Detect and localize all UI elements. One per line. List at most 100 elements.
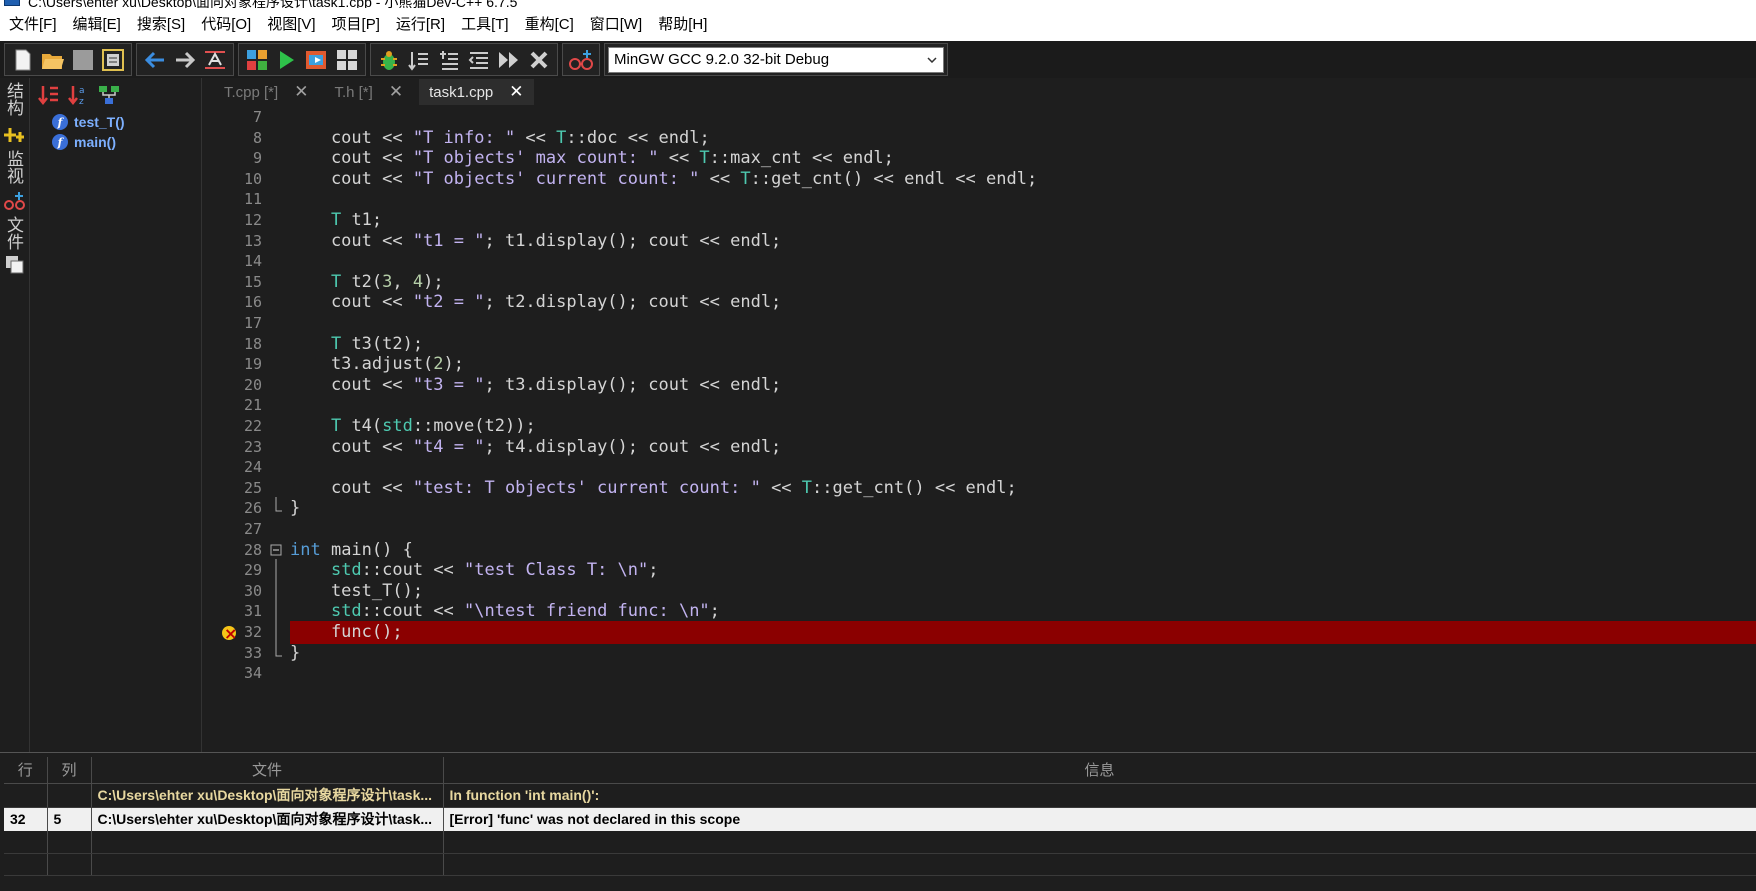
code-line[interactable]: 26} <box>216 497 1756 520</box>
step-over-button[interactable] <box>405 46 433 74</box>
side-tab-watch[interactable]: 监视 <box>3 150 26 184</box>
code-editor[interactable]: 78 cout << "T info: " << T::doc << endl;… <box>216 106 1756 752</box>
tab-t-cpp[interactable]: T.cpp [*] ✕ <box>214 79 318 105</box>
code-line[interactable]: 19 t3.adjust(2); <box>216 353 1756 376</box>
code-line[interactable]: 8 cout << "T info: " << T::doc << endl; <box>216 127 1756 150</box>
column-header-col[interactable]: 列 <box>47 757 92 784</box>
code-line[interactable]: 25 cout << "test: T objects' current cou… <box>216 477 1756 500</box>
code-line[interactable]: 9 cout << "T objects' max count: " << T:… <box>216 147 1756 170</box>
compile-button[interactable] <box>243 46 271 74</box>
svg-text:a: a <box>79 86 85 96</box>
watch-glasses-icon <box>4 192 25 210</box>
add-watch-button[interactable] <box>567 46 595 74</box>
code-line[interactable]: 18 T t3(t2); <box>216 333 1756 356</box>
code-line[interactable]: 29 std::cout << "test Class T: \n"; <box>216 559 1756 583</box>
close-icon[interactable]: ✕ <box>509 82 523 102</box>
step-into-button[interactable] <box>435 46 463 74</box>
main-toolbar: MinGW GCC 9.2.0 32-bit Debug <box>0 41 1756 78</box>
close-icon[interactable]: ✕ <box>389 82 403 102</box>
glasses-add-icon <box>569 49 593 70</box>
code-line[interactable]: 30 test_T(); <box>216 579 1756 603</box>
code-text: cout << "test: T objects' current count:… <box>290 477 1017 498</box>
save-all-button[interactable] <box>99 46 127 74</box>
code-line[interactable]: 23 cout << "t4 = "; t4.display(); cout <… <box>216 436 1756 459</box>
menu-edit[interactable]: 编辑[E] <box>68 8 126 41</box>
compile-run-button[interactable] <box>303 46 331 74</box>
code-line[interactable]: 31 std::cout << "\ntest friend func: \n"… <box>216 600 1756 624</box>
code-line[interactable]: 13 cout << "t1 = "; t1.display(); cout <… <box>216 230 1756 253</box>
column-header-info[interactable]: 信息 <box>443 757 1756 784</box>
stop-debug-button[interactable] <box>525 46 553 74</box>
column-header-line[interactable]: 行 <box>4 757 48 784</box>
step-over-icon <box>408 51 428 71</box>
open-file-button[interactable] <box>39 46 67 74</box>
code-line[interactable]: 15 T t2(3, 4); <box>216 271 1756 294</box>
code-line[interactable]: 14 <box>216 250 1756 273</box>
code-line[interactable]: 11 <box>216 188 1756 211</box>
sort-by-type-button[interactable] <box>35 81 63 109</box>
tab-task1-cpp[interactable]: task1.cpp ✕ <box>419 79 534 105</box>
message-row[interactable]: C:\Users\ehter xu\Desktop\面向对象程序设计\task.… <box>4 783 1756 808</box>
menu-code[interactable]: 代码[O] <box>196 8 256 41</box>
code-text: cout << "T objects' max count: " << T::m… <box>290 148 894 169</box>
close-icon[interactable]: ✕ <box>294 82 308 102</box>
menu-project[interactable]: 项目[P] <box>327 8 385 41</box>
run-button[interactable] <box>273 46 301 74</box>
menu-tools[interactable]: 工具[T] <box>456 8 514 41</box>
show-inherited-button[interactable] <box>95 81 123 109</box>
menu-help[interactable]: 帮助[H] <box>653 8 712 41</box>
forward-button[interactable] <box>171 46 199 74</box>
format-button[interactable] <box>201 46 229 74</box>
line-number: 22 <box>243 417 262 435</box>
menu-view[interactable]: 视图[V] <box>262 8 320 41</box>
code-line[interactable]: 20 cout << "t3 = "; t3.display(); cout <… <box>216 374 1756 397</box>
column-header-file[interactable]: 文件 <box>91 757 444 784</box>
code-line[interactable]: 22 T t4(std::move(t2)); <box>216 415 1756 438</box>
line-number: 10 <box>243 169 262 188</box>
step-out-button[interactable] <box>465 46 493 74</box>
code-line[interactable]: 10 cout << "T objects' current count: " … <box>216 168 1756 191</box>
code-line[interactable]: 24 <box>216 456 1756 479</box>
code-line[interactable]: 17 <box>216 312 1756 335</box>
code-line[interactable]: 7 <box>216 106 1756 129</box>
menu-window[interactable]: 窗口[W] <box>585 8 648 41</box>
sort-alpha-button[interactable]: az <box>65 81 93 109</box>
menu-run[interactable]: 运行[R] <box>391 8 450 41</box>
nav-toolbar-group <box>136 43 234 76</box>
code-line[interactable]: 28 int main() { <box>216 539 1756 562</box>
continue-button[interactable] <box>495 46 523 74</box>
side-tab-files[interactable]: 文件 <box>3 216 26 250</box>
code-text: T t1; <box>330 210 383 230</box>
menu-search[interactable]: 搜索[S] <box>132 8 190 41</box>
message-line <box>4 783 48 808</box>
code-line[interactable]: 33} <box>216 641 1756 665</box>
function-icon: f <box>52 134 68 150</box>
new-file-button[interactable] <box>9 46 37 74</box>
menu-refactor[interactable]: 重构[C] <box>520 8 579 41</box>
debug-button[interactable] <box>375 46 403 74</box>
code-line-error[interactable]: 32 func(); <box>216 621 1756 645</box>
message-row-error[interactable]: 32 5 C:\Users\ehter xu\Desktop\面向对象程序设计\… <box>4 807 1756 831</box>
rebuild-button[interactable] <box>333 46 361 74</box>
menu-file[interactable]: 文件[F] <box>4 8 62 41</box>
fold-minus-icon[interactable] <box>268 539 284 562</box>
code-line[interactable]: 12 T t1; <box>216 209 1756 232</box>
fold-line-icon <box>275 579 277 603</box>
code-line[interactable]: 27 <box>216 518 1756 541</box>
code-line[interactable]: 21 <box>216 394 1756 417</box>
line-number: 31 <box>243 602 262 621</box>
code-line[interactable]: 34 <box>216 662 1756 685</box>
code-text: cout << "t1 = "; t1.display(); cout << e… <box>290 230 782 251</box>
tab-t-h[interactable]: T.h [*] ✕ <box>324 79 413 105</box>
compile-run-icon <box>306 50 326 69</box>
back-button[interactable] <box>141 46 169 74</box>
side-tab-structure[interactable]: 结构 <box>3 82 26 116</box>
class-tree-item[interactable]: f test_T() <box>52 112 201 132</box>
compiler-select[interactable]: MinGW GCC 9.2.0 32-bit Debug <box>608 46 944 73</box>
folder-open-icon <box>42 53 64 69</box>
class-tree-item-label: test_T() <box>74 114 125 130</box>
save-button[interactable] <box>69 46 97 74</box>
class-tree-item[interactable]: f main() <box>52 132 201 152</box>
save-icon <box>73 49 93 70</box>
code-line[interactable]: 16 cout << "t2 = "; t2.display(); cout <… <box>216 291 1756 314</box>
